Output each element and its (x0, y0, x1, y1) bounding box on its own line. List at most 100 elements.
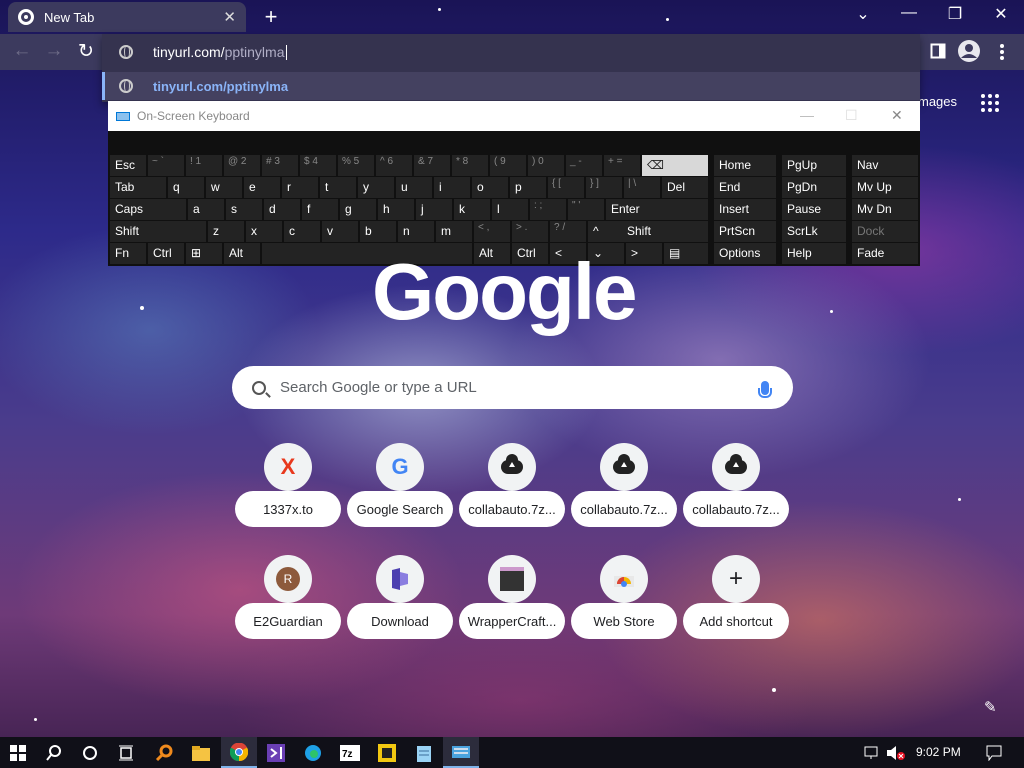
osk-key[interactable]: Del (662, 177, 708, 198)
shortcut-tile[interactable]: collabauto.7z... (683, 443, 789, 533)
osk-nav-key[interactable]: Mv Up (852, 177, 918, 198)
reload-button[interactable]: ↻ (74, 40, 98, 63)
osk-key[interactable]: a (188, 199, 224, 220)
images-link[interactable]: mages (918, 94, 957, 109)
shortcut-tile[interactable]: WrapperCraft... (459, 555, 565, 645)
taskbar-clock[interactable]: 9:02 PM (916, 745, 961, 759)
osk-key[interactable]: s (226, 199, 262, 220)
osk-key[interactable]: k (454, 199, 490, 220)
new-tab-button[interactable]: + (259, 4, 283, 30)
shortcut-tile[interactable]: + Add shortcut (683, 555, 789, 645)
osk-nav-key[interactable]: PgDn (782, 177, 846, 198)
osk-nav-key[interactable]: Mv Dn (852, 199, 918, 220)
task-view-icon[interactable] (108, 737, 144, 768)
microphone-icon[interactable] (758, 380, 772, 398)
osk-key[interactable]: Esc (110, 155, 146, 176)
osk-key[interactable]: Shift (622, 221, 708, 242)
osk-key[interactable]: b (360, 221, 396, 242)
apps-grid-icon[interactable] (981, 94, 999, 112)
forward-button[interactable]: → (42, 40, 66, 62)
osk-key[interactable]: ! 1 (186, 155, 222, 176)
osk-nav-key[interactable]: End (714, 177, 776, 198)
osk-key[interactable]: Fn (110, 243, 146, 264)
osk-key[interactable]: & 7 (414, 155, 450, 176)
osk-nav-key[interactable]: Pause (782, 199, 846, 220)
app-search-tool-icon[interactable] (146, 737, 182, 768)
tab-new-tab[interactable]: New Tab ✕ (8, 2, 246, 32)
chrome-taskbar-icon[interactable] (221, 737, 257, 768)
customize-pencil-icon[interactable]: ✎ (984, 698, 997, 716)
powerbi-icon[interactable] (369, 737, 405, 768)
shortcut-tile[interactable]: Web Store (571, 555, 677, 645)
windows-start-icon[interactable] (0, 737, 36, 768)
osk-key[interactable]: o (472, 177, 508, 198)
osk-key[interactable]: Shift (110, 221, 206, 242)
restore-button[interactable]: ❐ (940, 4, 970, 24)
osk-key[interactable]: y (358, 177, 394, 198)
osk-key[interactable]: m (436, 221, 472, 242)
file-explorer-icon[interactable] (183, 737, 219, 768)
osk-key[interactable]: t (320, 177, 356, 198)
shortcut-tile[interactable]: R E2Guardian (235, 555, 341, 645)
osk-key[interactable]: % 5 (338, 155, 374, 176)
shortcut-tile[interactable]: X 1337x.to (235, 443, 341, 533)
osk-key[interactable]: ? / (550, 221, 586, 242)
osk-minimize-button[interactable]: — (800, 107, 814, 123)
osk-key[interactable]: f (302, 199, 338, 220)
osk-nav-key[interactable]: PgUp (782, 155, 846, 176)
shortcut-tile[interactable]: collabauto.7z... (571, 443, 677, 533)
shortcut-tile[interactable]: Download (347, 555, 453, 645)
tab-close-icon[interactable]: ✕ (223, 8, 236, 26)
osk-key[interactable]: < , (474, 221, 510, 242)
osk-key[interactable]: r (282, 177, 318, 198)
osk-key[interactable]: Tab (110, 177, 166, 198)
address-bar[interactable]: tinyurl.com/pptinylma (102, 34, 920, 70)
cortana-icon[interactable] (72, 737, 108, 768)
osk-nav-key[interactable]: Options (714, 243, 776, 264)
osk-key[interactable]: e (244, 177, 280, 198)
osk-key[interactable]: x (246, 221, 282, 242)
osk-key[interactable]: @ 2 (224, 155, 260, 176)
osk-key[interactable]: c (284, 221, 320, 242)
network-icon[interactable] (862, 737, 882, 768)
edge-icon[interactable] (295, 737, 331, 768)
osk-key[interactable]: " ' (568, 199, 604, 220)
osk-nav-key[interactable]: Dock (852, 221, 918, 242)
osk-key[interactable]: _ - (566, 155, 602, 176)
osk-key[interactable]: Ctrl (148, 243, 184, 264)
osk-key[interactable]: | \ (624, 177, 660, 198)
osk-key[interactable]: d (264, 199, 300, 220)
osk-key[interactable]: > . (512, 221, 548, 242)
osk-key[interactable]: ⌫ (642, 155, 708, 176)
osk-key[interactable]: v (322, 221, 358, 242)
shortcut-tile[interactable]: G Google Search (347, 443, 453, 533)
search-icon[interactable] (36, 737, 72, 768)
osk-key[interactable]: ▤ (664, 243, 708, 264)
osk-key[interactable]: $ 4 (300, 155, 336, 176)
osk-key[interactable]: * 8 (452, 155, 488, 176)
osk-key[interactable]: ( 9 (490, 155, 526, 176)
osk-key[interactable]: z (208, 221, 244, 242)
tab-search-icon[interactable]: ⌄ (848, 4, 878, 24)
osk-key[interactable]: } ] (586, 177, 622, 198)
osk-key[interactable]: ) 0 (528, 155, 564, 176)
osk-key[interactable]: u (396, 177, 432, 198)
osk-key[interactable]: Caps (110, 199, 186, 220)
osk-nav-key[interactable]: Help (782, 243, 846, 264)
osk-key[interactable]: ~ ` (148, 155, 184, 176)
osk-key[interactable]: q (168, 177, 204, 198)
profile-icon[interactable] (958, 40, 980, 62)
osk-nav-key[interactable]: Fade (852, 243, 918, 264)
osk-key[interactable]: l (492, 199, 528, 220)
osk-key[interactable]: i (434, 177, 470, 198)
osk-key[interactable]: # 3 (262, 155, 298, 176)
osk-key[interactable]: : ; (530, 199, 566, 220)
osk-key[interactable]: { [ (548, 177, 584, 198)
osk-nav-key[interactable]: Insert (714, 199, 776, 220)
osk-key[interactable]: ⊞ (186, 243, 222, 264)
osk-key[interactable]: j (416, 199, 452, 220)
osk-close-button[interactable]: ✕ (891, 107, 903, 124)
osk-nav-key[interactable]: ScrLk (782, 221, 846, 242)
side-panel-icon[interactable] (930, 43, 946, 59)
on-screen-keyboard-taskbar-icon[interactable] (443, 737, 479, 768)
